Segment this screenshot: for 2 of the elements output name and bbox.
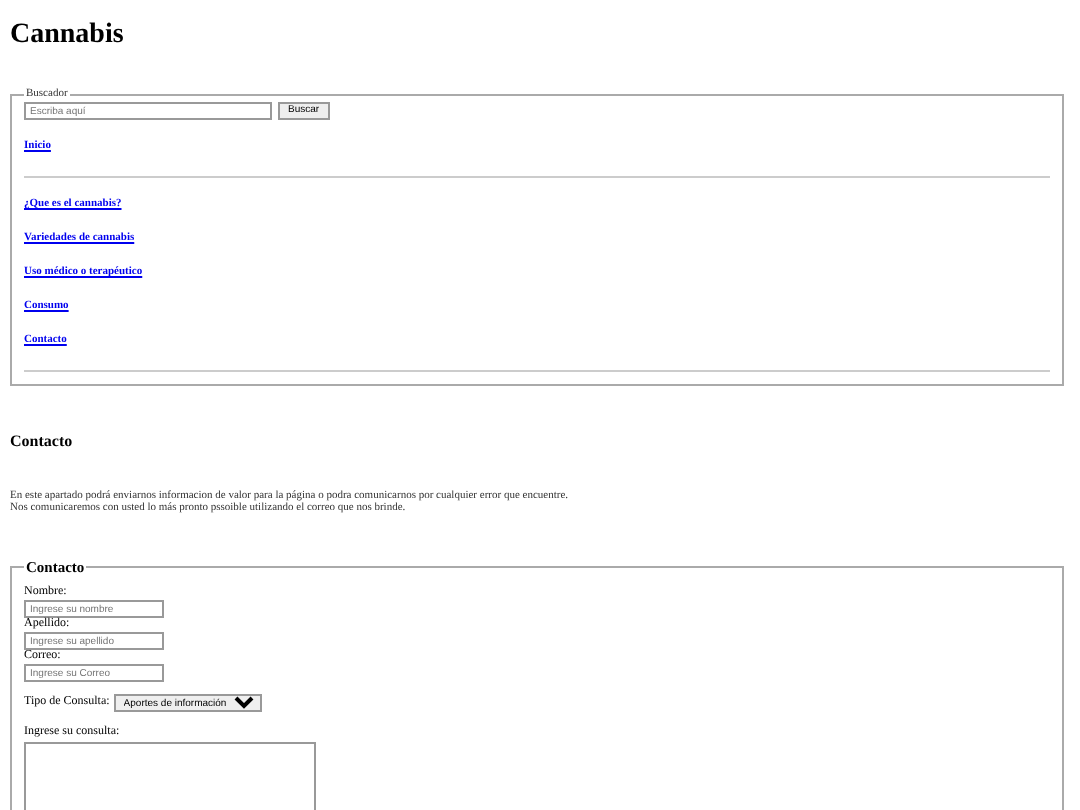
page-title: Cannabis	[10, 18, 124, 52]
section-title: Contacto	[10, 432, 73, 452]
